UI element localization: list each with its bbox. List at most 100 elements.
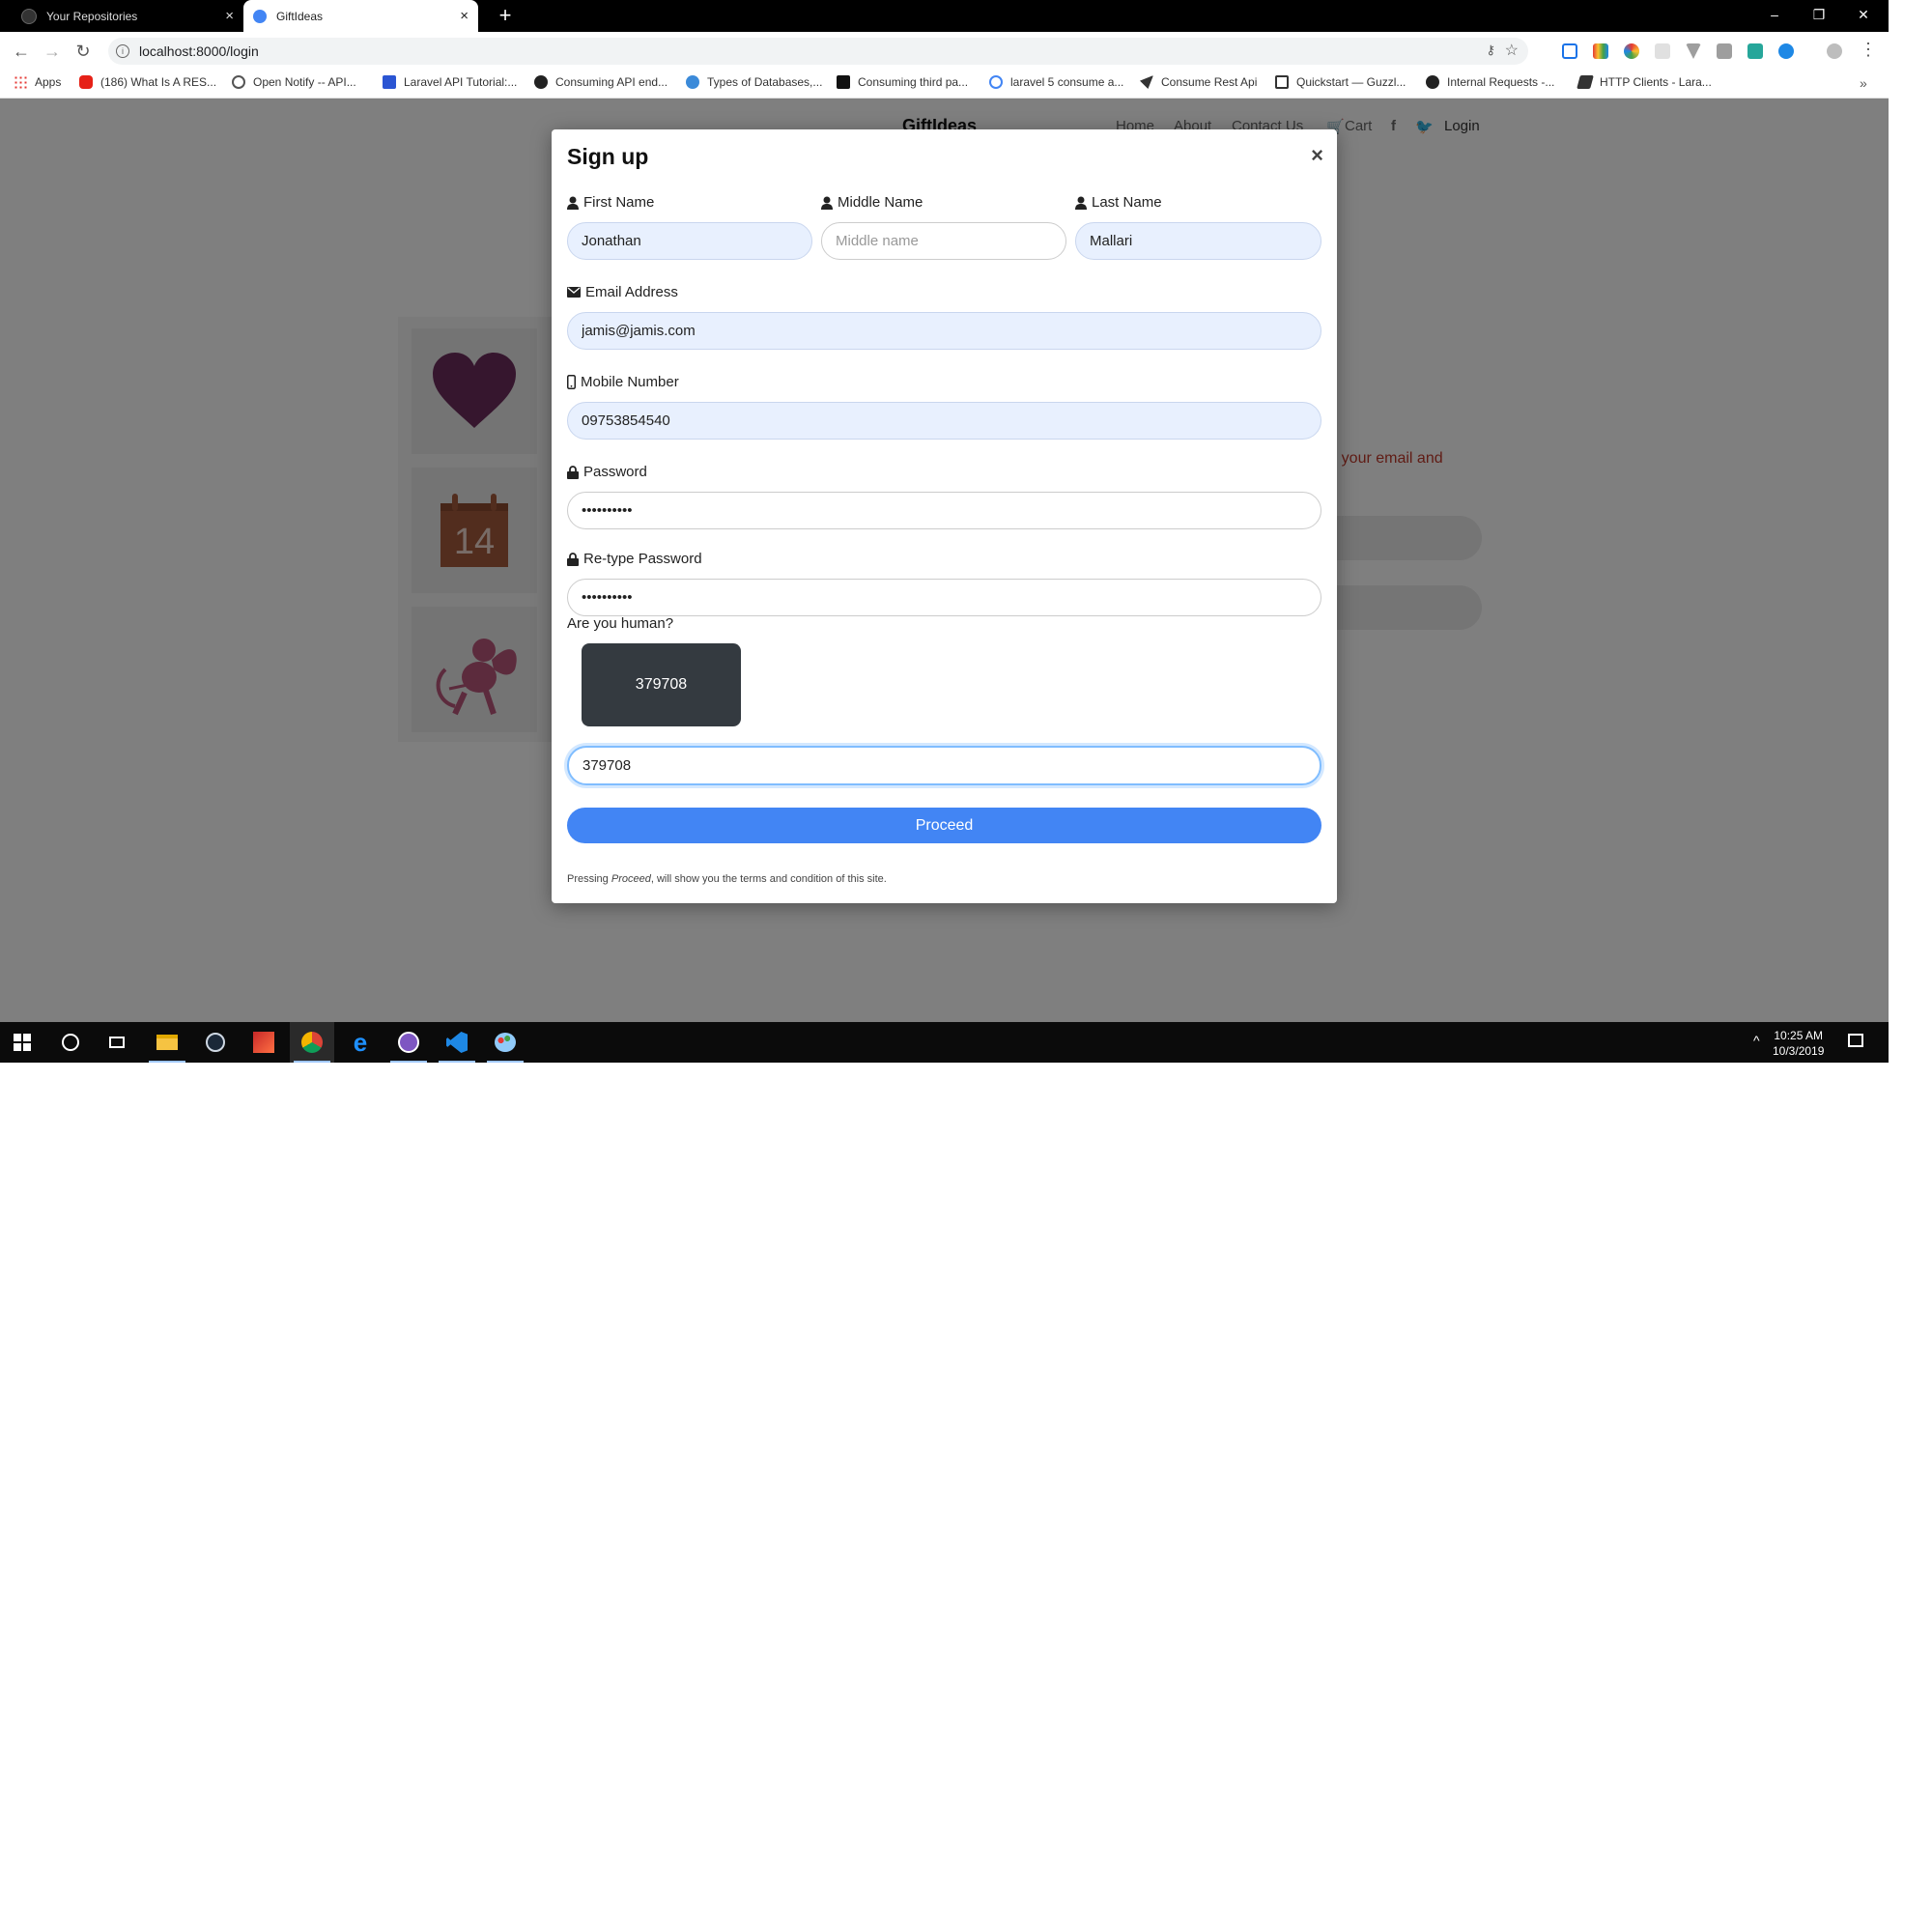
- restore-button[interactable]: ❐: [1797, 0, 1841, 29]
- note-text: Pressing: [567, 873, 611, 885]
- label-text: Re-type Password: [583, 551, 702, 567]
- send-icon: [1140, 75, 1153, 89]
- download-icon[interactable]: [1778, 43, 1794, 59]
- clock-date: 10/3/2019: [1773, 1044, 1825, 1058]
- new-tab-button[interactable]: +: [493, 3, 518, 28]
- url-text[interactable]: localhost:8000/login: [139, 43, 259, 59]
- password-label: Password: [567, 464, 647, 480]
- cortana-circle-icon: [62, 1034, 79, 1051]
- retype-password-input[interactable]: [567, 579, 1321, 616]
- captcha-code: 379708: [582, 643, 741, 726]
- key-icon[interactable]: ⚷: [1486, 43, 1495, 58]
- proceed-button[interactable]: Proceed: [567, 808, 1321, 843]
- bookmark-star-icon[interactable]: ☆: [1505, 41, 1519, 60]
- bookmark-item[interactable]: Laravel API Tutorial:...: [383, 75, 517, 89]
- bookmarks-bar: Apps (186) What Is A RES... Open Notify …: [0, 71, 1889, 99]
- minimize-button[interactable]: –: [1752, 0, 1797, 29]
- bookmark-label: Types of Databases,...: [707, 75, 823, 89]
- bookmark-label: Internal Requests -...: [1447, 75, 1555, 89]
- steam-icon: [206, 1033, 225, 1052]
- chrome-icon: [301, 1032, 323, 1053]
- task-view-button[interactable]: [95, 1022, 139, 1063]
- bookmark-label: Apps: [35, 75, 62, 89]
- label-text: Email Address: [585, 284, 678, 300]
- browser-menu-icon[interactable]: ⋮: [1860, 40, 1877, 60]
- first-name-input[interactable]: [567, 222, 812, 260]
- bookmark-label: laravel 5 consume a...: [1010, 75, 1124, 89]
- toptal-icon: [383, 75, 396, 89]
- bookmark-item[interactable]: HTTP Clients - Lara...: [1577, 75, 1712, 89]
- bookmark-item[interactable]: Open Notify -- API...: [232, 75, 356, 89]
- tray-chevron-icon[interactable]: ^: [1753, 1033, 1760, 1048]
- github-icon: [21, 8, 37, 24]
- captcha-input[interactable]: [567, 746, 1321, 785]
- address-bar[interactable]: i localhost:8000/login ⚷ ☆: [108, 38, 1528, 65]
- profile-avatar-icon[interactable]: [1827, 43, 1842, 59]
- notifications-icon[interactable]: [1848, 1034, 1863, 1047]
- taskbar-edge[interactable]: e: [338, 1022, 383, 1063]
- bookmark-item[interactable]: Quickstart — Guzzl...: [1275, 75, 1406, 89]
- taskbar-app[interactable]: [386, 1022, 431, 1063]
- extension-teal-icon[interactable]: [1747, 43, 1763, 59]
- taskbar-paint[interactable]: [483, 1022, 527, 1063]
- doc-icon: [1275, 75, 1289, 89]
- close-icon[interactable]: ×: [1311, 143, 1323, 168]
- bookmark-item[interactable]: Internal Requests -...: [1426, 75, 1554, 89]
- extension-vue-icon[interactable]: [1686, 43, 1701, 59]
- taskbar-vscode[interactable]: [435, 1022, 479, 1063]
- user-icon: [821, 196, 833, 210]
- running-indicator: [294, 1061, 330, 1063]
- taskbar-game[interactable]: [242, 1022, 286, 1063]
- start-button[interactable]: [0, 1022, 44, 1063]
- globe-icon: [232, 75, 245, 89]
- last-name-input[interactable]: [1075, 222, 1321, 260]
- screen: Your Repositories × GiftIdeas × + – ❐ ✕ …: [0, 0, 1889, 1063]
- search-taskbar-button[interactable]: [48, 1022, 93, 1063]
- bookmark-item[interactable]: laravel 5 consume a...: [989, 75, 1123, 89]
- bookmark-item[interactable]: Consuming third pa...: [837, 75, 968, 89]
- reload-button[interactable]: ↻: [71, 40, 95, 63]
- middle-name-input[interactable]: [821, 222, 1066, 260]
- back-button[interactable]: ←: [10, 40, 33, 63]
- bookmark-item[interactable]: Consuming API end...: [534, 75, 668, 89]
- book-icon: [1577, 75, 1594, 89]
- tab-giftideas[interactable]: GiftIdeas ×: [243, 0, 478, 32]
- extension-color-bars-icon[interactable]: [1593, 43, 1608, 59]
- bookmark-label: Quickstart — Guzzl...: [1296, 75, 1406, 89]
- extension-blank-icon[interactable]: [1655, 43, 1670, 59]
- chat-bubble-icon: [253, 9, 267, 23]
- info-icon[interactable]: i: [116, 44, 129, 58]
- taskbar-file-explorer[interactable]: [145, 1022, 189, 1063]
- browser-toolbar: ← → ↻ i localhost:8000/login ⚷ ☆ ⋮: [0, 32, 1889, 71]
- tab-your-repositories[interactable]: Your Repositories ×: [12, 0, 243, 32]
- running-indicator: [439, 1061, 475, 1063]
- globe-icon: [686, 75, 699, 89]
- bookmark-apps[interactable]: Apps: [14, 75, 61, 89]
- bookmark-item[interactable]: (186) What Is A RES...: [79, 75, 216, 89]
- bookmark-item[interactable]: Types of Databases,...: [686, 75, 822, 89]
- close-window-button[interactable]: ✕: [1841, 0, 1886, 29]
- mobile-input[interactable]: [567, 402, 1321, 440]
- medium-icon: [837, 75, 850, 89]
- bookmark-item[interactable]: Consume Rest Api: [1140, 75, 1257, 89]
- extension-box-icon[interactable]: [1717, 43, 1732, 59]
- label-text: Password: [583, 464, 647, 480]
- youtube-icon: [79, 75, 93, 89]
- password-input[interactable]: [567, 492, 1321, 529]
- extension-colorwheel-icon[interactable]: [1624, 43, 1639, 59]
- user-icon: [567, 196, 579, 210]
- taskbar-steam[interactable]: [193, 1022, 238, 1063]
- task-view-icon: [109, 1037, 125, 1048]
- bookmark-label: (186) What Is A RES...: [100, 75, 217, 89]
- close-tab-icon[interactable]: ×: [225, 8, 234, 24]
- extension-checklist-icon[interactable]: [1562, 43, 1577, 59]
- email-input[interactable]: [567, 312, 1321, 350]
- system-clock[interactable]: 10:25 AM 10/3/2019: [1773, 1028, 1824, 1059]
- taskbar-chrome[interactable]: [290, 1022, 334, 1063]
- forward-button[interactable]: →: [41, 40, 64, 63]
- modal-title: Sign up: [567, 144, 649, 169]
- email-label: Email Address: [567, 284, 678, 300]
- more-bookmarks-icon[interactable]: »: [1860, 75, 1867, 91]
- close-tab-icon[interactable]: ×: [460, 8, 469, 24]
- bookmark-label: Laravel API Tutorial:...: [404, 75, 518, 89]
